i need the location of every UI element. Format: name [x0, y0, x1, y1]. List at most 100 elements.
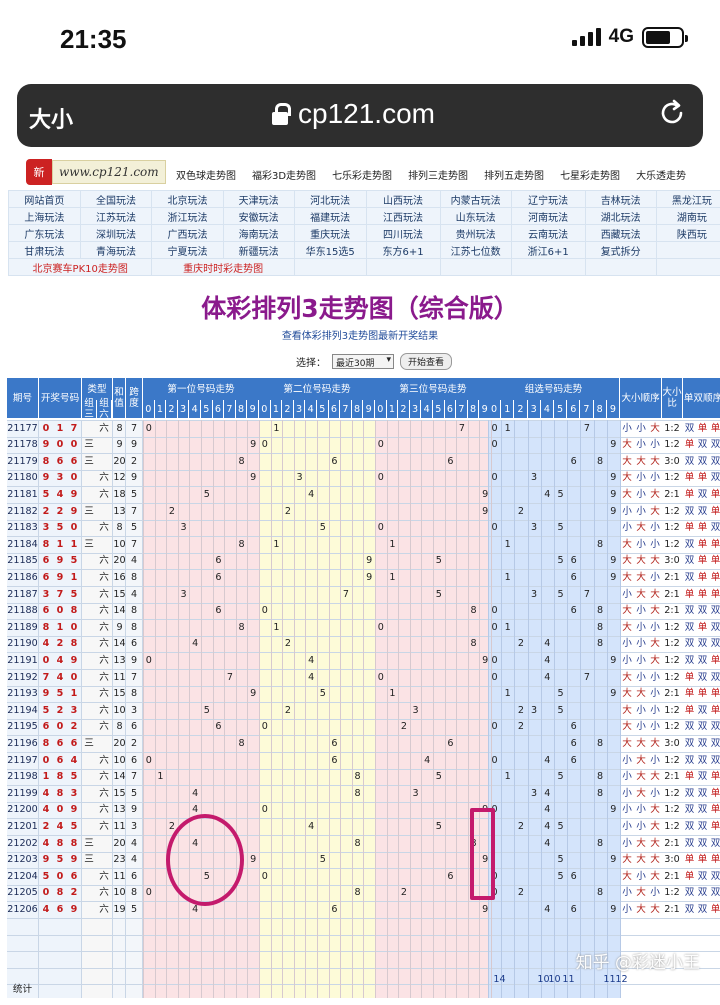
region-link[interactable]: 浙江6+1: [510, 241, 586, 259]
group-mark: 9: [610, 439, 617, 451]
bigsmall-cell: 大: [636, 588, 646, 600]
region-link[interactable]: 海南玩法: [222, 224, 295, 242]
region-link[interactable]: 湖北玩法: [584, 207, 657, 225]
view-button[interactable]: 开始查看: [400, 353, 453, 370]
ratio-cell: 1:2: [664, 621, 680, 633]
bigsmall-cell: 大: [650, 505, 660, 517]
region-link[interactable]: 安徽玩法: [222, 207, 295, 225]
region-link[interactable]: 华东15选5: [293, 241, 367, 259]
trend-mark: 1: [273, 422, 280, 434]
region-link[interactable]: 吉林玩法: [584, 190, 657, 208]
region-link[interactable]: 复式拆分: [584, 241, 657, 259]
top-nav-item[interactable]: 福彩3D走势图: [252, 167, 316, 182]
header-pos3: 第三位号码走势: [375, 378, 491, 400]
region-link[interactable]: 甘肃玩法: [8, 241, 81, 259]
trend-mark: 4: [192, 787, 199, 799]
top-nav-item[interactable]: 大乐透走势: [636, 167, 686, 182]
draw-digit: 5: [70, 771, 78, 783]
issue-cell: 21177: [7, 422, 38, 434]
bigsmall-cell: 大: [650, 455, 660, 467]
trend-mark: 4: [308, 488, 315, 500]
region-link[interactable]: 广西玩法: [151, 224, 224, 242]
bigsmall-cell: 大: [650, 605, 660, 617]
bigsmall-cell: 大: [622, 704, 632, 716]
region-link[interactable]: 全国玩法: [79, 190, 153, 208]
region-link[interactable]: 福建玩法: [293, 207, 367, 225]
reload-icon[interactable]: [657, 98, 687, 128]
region-link[interactable]: 云南玩法: [510, 224, 586, 242]
span-cell: 9: [130, 804, 138, 816]
trend-mark: 0: [145, 754, 152, 766]
issue-cell: 21182: [7, 505, 38, 517]
region-link[interactable]: 东方6+1: [365, 241, 441, 259]
sum-cell: 19: [113, 903, 126, 915]
period-select[interactable]: 最近30期: [332, 354, 394, 369]
region-link[interactable]: 上海玩法: [8, 207, 81, 225]
region-link[interactable]: 江苏玩法: [79, 207, 153, 225]
sum-cell: 9: [116, 439, 123, 451]
group-mark: 9: [610, 654, 617, 666]
region-link[interactable]: 黑龙江玩: [655, 190, 720, 208]
group-mark: 6: [570, 754, 577, 766]
region-link[interactable]: 贵州玩法: [439, 224, 512, 242]
draw-digit: 4: [42, 903, 50, 915]
trend-mark: 0: [261, 804, 268, 816]
region-link[interactable]: 西藏玩法: [584, 224, 657, 242]
draw-digit: 1: [42, 771, 50, 783]
oddeven-cell: 双: [684, 903, 695, 915]
trend-mark: 5: [203, 704, 210, 716]
issue-cell: 21190: [7, 638, 38, 650]
region-link[interactable]: 江西玩法: [365, 207, 441, 225]
text-size-button[interactable]: 大小: [29, 102, 73, 134]
type-cell: 三: [84, 455, 94, 467]
oddeven-cell: 单: [697, 472, 708, 484]
group-mark: 4: [544, 638, 551, 650]
oddeven-cell: 单: [697, 688, 708, 700]
region-link[interactable]: 网站首页: [8, 190, 81, 208]
group-mark: 6: [570, 455, 577, 467]
region-link[interactable]: 内蒙古玩法: [439, 190, 512, 208]
draw-digit: 6: [56, 455, 64, 467]
region-link[interactable]: 新疆玩法: [222, 241, 295, 259]
region-link[interactable]: 河北玩法: [293, 190, 367, 208]
region-link[interactable]: 陕西玩: [655, 224, 720, 242]
region-link[interactable]: 天津玩法: [222, 190, 295, 208]
region-link[interactable]: 辽宁玩法: [510, 190, 586, 208]
draw-digit: 9: [42, 439, 50, 451]
region-link[interactable]: 浙江玩法: [151, 207, 224, 225]
region-link[interactable]: 北京玩法: [151, 190, 224, 208]
subtitle-link[interactable]: 查看体彩排列3走势图最新开奖结果: [0, 327, 720, 342]
ssc-link[interactable]: 重庆时时彩走势图: [151, 258, 295, 276]
region-link[interactable]: 山东玩法: [439, 207, 512, 225]
ratio-cell: 2:1: [664, 870, 680, 882]
group-mark: 4: [544, 654, 551, 666]
region-link[interactable]: 青海玩法: [79, 241, 153, 259]
trend-mark: 6: [331, 737, 338, 749]
top-nav-item[interactable]: 排列五走势图: [484, 167, 544, 182]
site-logo[interactable]: 新 www.cp121.com: [26, 159, 166, 185]
top-nav-item[interactable]: 排列三走势图: [408, 167, 468, 182]
top-nav-item[interactable]: 七星彩走势图: [560, 167, 620, 182]
top-nav-item[interactable]: 七乐彩走势图: [332, 167, 392, 182]
region-link[interactable]: 江苏七位数: [439, 241, 512, 259]
trend-mark: 9: [482, 505, 489, 517]
oddeven-cell: 双: [697, 488, 708, 500]
region-link[interactable]: 四川玩法: [365, 224, 441, 242]
top-nav-item[interactable]: 双色球走势图: [176, 167, 236, 182]
group-mark: 6: [570, 571, 577, 583]
span-cell: 9: [130, 654, 138, 666]
address-bar[interactable]: 大小 cp121.com: [17, 84, 703, 147]
region-link[interactable]: 河南玩法: [510, 207, 586, 225]
trend-mark: 5: [435, 555, 442, 567]
group-mark: 9: [610, 505, 617, 517]
region-link[interactable]: 湖南玩: [655, 207, 720, 225]
region-link[interactable]: 深圳玩法: [79, 224, 153, 242]
region-link[interactable]: 山西玩法: [365, 190, 441, 208]
region-link[interactable]: 宁夏玩法: [151, 241, 224, 259]
header-oddeven: 单双顺序: [683, 378, 720, 418]
region-link[interactable]: 重庆玩法: [293, 224, 367, 242]
region-link[interactable]: 广东玩法: [8, 224, 81, 242]
pk10-link[interactable]: 北京赛车PK10走势图: [7, 258, 153, 276]
url-display[interactable]: cp121.com: [272, 98, 435, 130]
trend-mark: 9: [366, 555, 373, 567]
